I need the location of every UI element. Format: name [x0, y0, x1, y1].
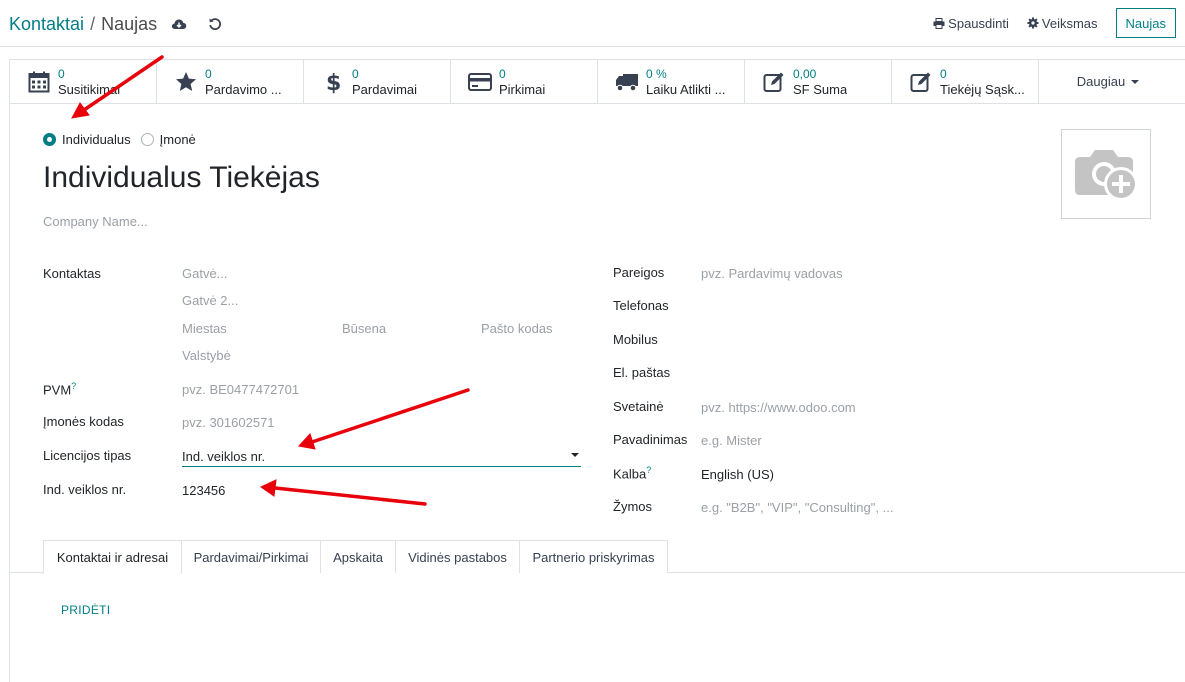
star-icon: [171, 67, 201, 97]
form-sheet: 0 Susitikimai 0 Pardavimo ... $ 0 Pardavima…: [9, 59, 1185, 682]
add-contact-link[interactable]: PRIDĖTI: [61, 603, 110, 617]
email-label: El. paštas: [613, 365, 671, 380]
stat-label: Pardavimo ...: [205, 82, 282, 97]
tab-partner-assignment[interactable]: Partnerio priskyrimas: [519, 540, 668, 573]
stat-value: 0 %: [646, 67, 667, 81]
stat-value: 0: [205, 67, 212, 81]
radio-company[interactable]: [140, 133, 154, 146]
stat-label: Pardavimai: [352, 82, 418, 97]
stat-button-sales[interactable]: $ 0 Pardavimai: [304, 60, 451, 104]
contact-label: Kontaktas: [43, 266, 101, 281]
breadcrumb-contacts-link[interactable]: Kontaktai: [9, 14, 84, 35]
license-type-label: Licencijos tipas: [43, 448, 132, 463]
breadcrumb-separator: /: [90, 14, 96, 34]
caret-down-icon: [571, 453, 579, 457]
language-label: Kalba?: [613, 465, 651, 481]
language-select[interactable]: English (US): [701, 467, 774, 482]
ind-activity-label: Ind. veiklos nr.: [43, 482, 127, 497]
radio-individual[interactable]: [43, 133, 56, 146]
street2-input[interactable]: Gatvė 2...: [182, 293, 238, 308]
website-label: Svetainė: [613, 399, 664, 414]
tab-sales-purchases[interactable]: Pardavimai/Pirkimai: [181, 540, 321, 573]
website-input[interactable]: pvz. https://www.odoo.com: [701, 400, 856, 415]
more-button[interactable]: Daugiau: [1039, 60, 1177, 103]
vat-label-text: PVM: [43, 382, 72, 398]
smart-buttons: 0 Susitikimai 0 Pardavimo ... $ 0 Pardavima…: [10, 60, 1185, 104]
street-input[interactable]: Gatvė...: [182, 266, 228, 281]
stat-value: 0: [940, 67, 947, 81]
truck-icon: [612, 67, 642, 97]
credit-card-icon: [465, 67, 495, 97]
tab-accounting[interactable]: Apskaita: [320, 540, 396, 573]
control-panel-actions: Spausdinti Veiksmas Naujas: [933, 8, 1176, 38]
stat-button-vendor-bills[interactable]: 0 Tiekėjų Sąsk...: [892, 60, 1039, 104]
actions-label: Veiksmas: [1041, 15, 1098, 31]
notebook-tabs: Kontaktai ir adresai Pardavimai/Pirkimai…: [10, 540, 1185, 574]
job-position-label: Pareigos: [613, 265, 665, 280]
new-button[interactable]: Naujas: [1115, 8, 1176, 38]
mobile-label: Mobilus: [613, 332, 658, 347]
stat-button-meetings[interactable]: 0 Susitikimai: [10, 60, 157, 104]
gear-icon: [1027, 17, 1039, 29]
breadcrumb-current: Naujas: [101, 14, 158, 34]
caret-down-icon: [1131, 79, 1140, 84]
print-button[interactable]: Spausdinti: [933, 16, 1009, 31]
vat-label: PVM?: [43, 381, 76, 397]
vat-help-icon[interactable]: ?: [71, 381, 76, 391]
company-type-radio: Individualus Įmonė: [43, 132, 206, 147]
more-label: Daugiau: [1076, 74, 1126, 89]
phone-label: Telefonas: [613, 298, 669, 313]
state-input[interactable]: Būsena: [342, 321, 386, 336]
radio-company-label[interactable]: Įmonė: [160, 132, 196, 147]
stat-label: Pirkimai: [499, 82, 546, 97]
tags-label: Žymos: [613, 499, 652, 514]
language-help-icon[interactable]: ?: [646, 465, 651, 475]
stat-button-opportunities[interactable]: 0 Pardavimo ...: [157, 60, 304, 104]
job-position-input[interactable]: pvz. Pardavimų vadovas: [701, 266, 843, 281]
edit-icon: [759, 67, 789, 97]
stat-button-invoiced[interactable]: 0,00 SF Suma: [745, 60, 892, 104]
cloud-save-icon[interactable]: [170, 15, 188, 33]
stat-value: 0: [499, 67, 506, 81]
company-code-input[interactable]: pvz. 301602571: [182, 415, 275, 430]
partner-name-input[interactable]: Individualus Tiekėjas: [43, 161, 320, 195]
stat-value: 0: [352, 67, 359, 81]
title-label: Pavadinimas: [613, 432, 688, 447]
tab-internal-notes[interactable]: Vidinės pastabos: [395, 540, 520, 573]
stat-button-on-time[interactable]: 0 % Laiku Atlikti ...: [598, 60, 745, 104]
company-code-label: Įmonės kodas: [43, 414, 124, 429]
control-panel: Kontaktai / Naujas Spausdinti Veiksmas N…: [0, 0, 1185, 47]
svg-text:$: $: [326, 71, 341, 94]
stat-button-purchases[interactable]: 0 Pirkimai: [451, 60, 598, 104]
radio-individual-label[interactable]: Individualus: [62, 132, 131, 147]
print-icon: [933, 17, 945, 29]
language-label-text: Kalba: [613, 466, 647, 482]
stat-label: Susitikimai: [58, 82, 121, 97]
print-label: Spausdinti: [948, 15, 1009, 31]
stat-label: Laiku Atlikti ...: [646, 82, 726, 97]
stat-value: 0: [58, 67, 65, 81]
vat-input[interactable]: pvz. BE0477472701: [182, 382, 299, 397]
stat-label: Tiekėjų Sąsk...: [940, 82, 1025, 97]
title-input[interactable]: e.g. Mister: [701, 433, 762, 448]
edit-icon: [906, 67, 936, 97]
company-name-input[interactable]: Company Name...: [43, 214, 148, 229]
discard-icon[interactable]: [206, 15, 224, 33]
tags-input[interactable]: e.g. "B2B", "VIP", "Consulting", ...: [701, 500, 893, 515]
stat-label: SF Suma: [793, 82, 848, 97]
country-input[interactable]: Valstybė: [182, 348, 231, 363]
actions-button[interactable]: Veiksmas: [1027, 16, 1098, 31]
license-type-value: Ind. veiklos nr.: [182, 449, 266, 464]
breadcrumb: Kontaktai / Naujas: [9, 14, 157, 35]
city-input[interactable]: Miestas: [182, 321, 227, 336]
ind-activity-input[interactable]: 123456: [182, 483, 225, 498]
license-type-select[interactable]: Ind. veiklos nr.: [182, 445, 581, 467]
tab-contacts-addresses[interactable]: Kontaktai ir adresai: [43, 540, 182, 574]
camera-plus-icon: [1075, 150, 1138, 201]
dollar-icon: $: [318, 67, 348, 97]
calendar-icon: [24, 67, 54, 97]
stat-value: 0,00: [793, 67, 817, 81]
zip-input[interactable]: Pašto kodas: [481, 321, 553, 336]
image-upload[interactable]: [1061, 129, 1151, 219]
